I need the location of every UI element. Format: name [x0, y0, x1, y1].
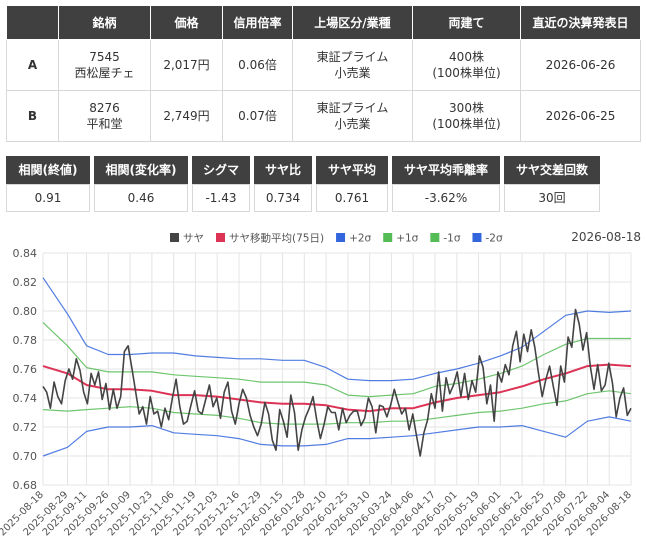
stock-name: 西松屋チェ: [74, 66, 135, 80]
stat-label: シグマ: [192, 156, 250, 184]
earnings-date-cell: 2026-06-26: [520, 39, 641, 91]
stat-value: -1.43: [192, 184, 250, 212]
y-tick-label: 0.78: [13, 334, 38, 347]
stat-value: 0.91: [6, 184, 90, 212]
hedge-unit: (100株単位): [432, 117, 501, 131]
spread-chart: 0.68 0.70 0.72 0.74 0.76 0.78 0.80 0.82 0.84 2025…: [0, 225, 646, 549]
market-text: 東証プライム: [316, 101, 389, 115]
stat-value: 30回: [504, 184, 600, 212]
y-tick-label: 0.74: [13, 392, 38, 405]
stat-deviation-rate: サヤ平均乖離率 -3.62%: [392, 156, 500, 212]
pair-table: 銘柄 価格 信用倍率 上場区分/業種 両建て 直近の決算発表日 A 7545 西…: [6, 5, 641, 142]
legend-swatch: [430, 233, 440, 242]
header-margin-ratio: 信用倍率: [222, 5, 293, 40]
y-tick-label: 0.70: [13, 450, 38, 463]
legend-label: +2σ: [349, 233, 371, 245]
legend-swatch: [216, 233, 225, 242]
price-cell: 2,017円: [150, 39, 223, 91]
legend-swatch: [170, 233, 179, 242]
header-blank: [6, 5, 59, 40]
hedge-unit: (100株単位): [432, 66, 501, 80]
header-price: 価格: [150, 5, 223, 40]
market-sector-cell: 東証プライム 小売業: [292, 90, 413, 142]
earnings-date-cell: 2026-06-25: [520, 90, 641, 142]
margin-ratio-cell: 0.07倍: [222, 90, 293, 142]
table-row: A 7545 西松屋チェ 2,017円 0.06倍 東証プライム 小売業 400…: [6, 39, 641, 91]
header-market-sector: 上場区分/業種: [292, 5, 413, 40]
sector-text: 小売業: [334, 117, 371, 131]
row-label: B: [6, 90, 59, 142]
stat-value: 0.46: [94, 184, 188, 212]
stat-spread-ratio: サヤ比 0.734: [254, 156, 312, 212]
stat-cross-count: サヤ交差回数 30回: [504, 156, 600, 212]
y-tick-label: 0.76: [13, 363, 38, 376]
stat-value: 0.734: [254, 184, 312, 212]
stock-code: 7545: [89, 50, 120, 64]
price-cell: 2,749円: [150, 90, 223, 142]
legend-label: サヤ移動平均(75日): [229, 232, 324, 245]
pair-table-header-row: 銘柄 価格 信用倍率 上場区分/業種 両建て 直近の決算発表日: [6, 5, 641, 40]
stat-value: -3.62%: [392, 184, 500, 212]
legend-label: -1σ: [443, 233, 460, 245]
legend-swatch: [336, 233, 346, 242]
stock-cell: 7545 西松屋チェ: [58, 39, 151, 91]
sector-text: 小売業: [334, 66, 371, 80]
stat-label: サヤ比: [254, 156, 312, 184]
hedge-shares: 300株: [449, 101, 484, 115]
legend-label: サヤ: [183, 233, 204, 245]
y-tick-label: 0.72: [13, 421, 38, 434]
hedge-shares: 400株: [449, 50, 484, 64]
stat-label: サヤ交差回数: [504, 156, 600, 184]
header-stock: 銘柄: [58, 5, 151, 40]
table-row: B 8276 平和堂 2,749円 0.07倍 東証プライム 小売業 300株 …: [6, 90, 641, 142]
row-label: A: [6, 39, 59, 91]
stock-cell: 8276 平和堂: [58, 90, 151, 142]
y-tick-label: 0.82: [13, 276, 38, 289]
hedge-cell: 400株 (100株単位): [412, 39, 521, 91]
stat-label: 相関(終値): [6, 156, 90, 184]
legend-swatch: [472, 233, 482, 242]
market-sector-cell: 東証プライム 小売業: [292, 39, 413, 91]
margin-ratio-cell: 0.06倍: [222, 39, 293, 91]
stat-value: 0.761: [316, 184, 388, 212]
y-tick-label: 0.80: [13, 305, 38, 318]
header-hedge: 両建て: [412, 5, 521, 40]
y-tick-label: 0.68: [13, 479, 38, 492]
legend-label: +1σ: [396, 233, 418, 245]
stock-name: 平和堂: [86, 117, 123, 131]
legend-swatch: [383, 233, 393, 242]
stat-label: サヤ平均: [316, 156, 388, 184]
chart-date-label: 2026-08-18: [571, 230, 641, 244]
y-tick-label: 0.84: [13, 247, 38, 260]
stat-correlation-change: 相関(変化率) 0.46: [94, 156, 188, 212]
spread-chart-svg: 0.680.700.720.740.760.780.800.820.842025…: [0, 230, 641, 538]
stat-correlation-close: 相関(終値) 0.91: [6, 156, 90, 212]
legend-label: -2σ: [485, 233, 502, 245]
stat-label: サヤ平均乖離率: [392, 156, 500, 184]
stat-spread-average: サヤ平均 0.761: [316, 156, 388, 212]
stock-code: 8276: [89, 101, 120, 115]
header-earnings-date: 直近の決算発表日: [520, 5, 641, 40]
hedge-cell: 300株 (100株単位): [412, 90, 521, 142]
stat-label: 相関(変化率): [94, 156, 188, 184]
stat-sigma: シグマ -1.43: [192, 156, 250, 212]
market-text: 東証プライム: [316, 50, 389, 64]
